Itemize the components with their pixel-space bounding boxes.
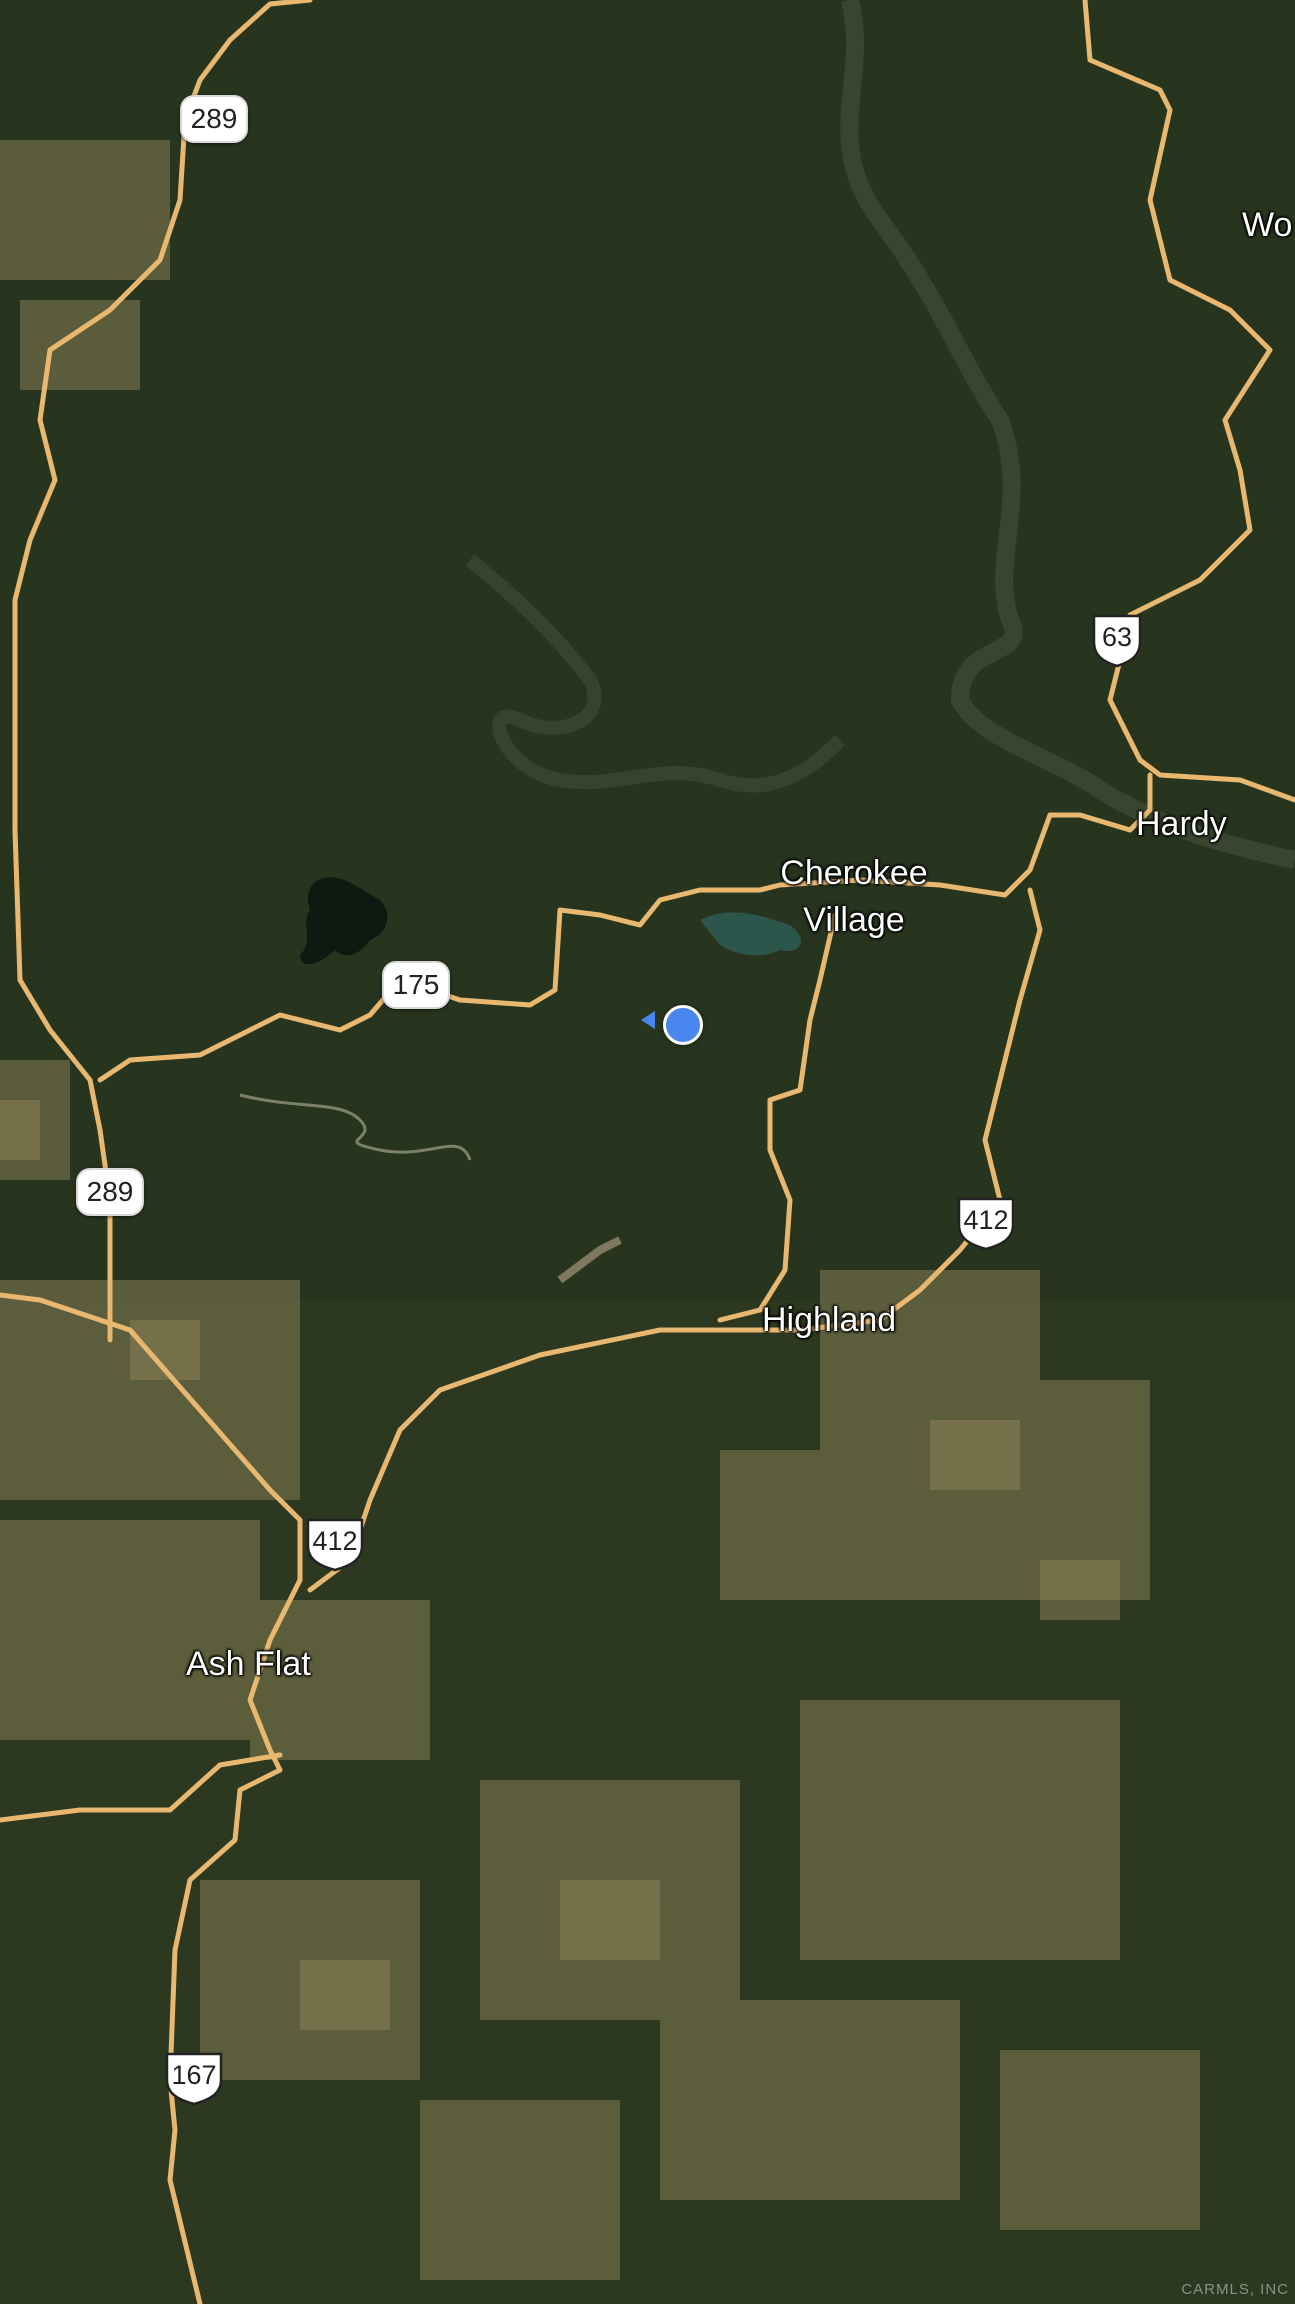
- route-shield-us-167: 167: [163, 2050, 225, 2106]
- route-shield-us-412-west-label: 412: [312, 1526, 358, 1556]
- place-label-wo: Wo: [1242, 206, 1293, 244]
- attribution-watermark: CARMLS, INC: [1181, 2281, 1289, 2298]
- place-label-highland: Highland: [762, 1301, 897, 1339]
- route-shield-289-south: 289: [76, 1168, 144, 1216]
- place-label-cherokee-village-line2: Village: [803, 901, 905, 939]
- route-shield-us-167-label: 167: [171, 2060, 217, 2090]
- route-shield-us-63: 63: [1090, 612, 1144, 668]
- place-label-ash-flat: Ash Flat: [186, 1645, 311, 1683]
- route-shield-us-412-east: 412: [955, 1195, 1017, 1251]
- route-shield-us-412-west: 412: [304, 1516, 366, 1572]
- route-shield-us-412-east-label: 412: [963, 1205, 1009, 1235]
- route-shield-175: 175: [382, 961, 450, 1009]
- route-shield-us-63-label: 63: [1101, 622, 1133, 652]
- map-view[interactable]: Wo Hardy Cherokee Village Highland Ash F…: [0, 0, 1295, 2304]
- satellite-imagery: [0, 0, 1295, 2304]
- place-label-cherokee-village-line1: Cherokee: [780, 854, 928, 892]
- current-location-marker[interactable]: [663, 1005, 703, 1045]
- route-shield-289-north: 289: [180, 95, 248, 143]
- heading-arrow-icon: [641, 1011, 655, 1029]
- place-label-hardy: Hardy: [1136, 805, 1227, 843]
